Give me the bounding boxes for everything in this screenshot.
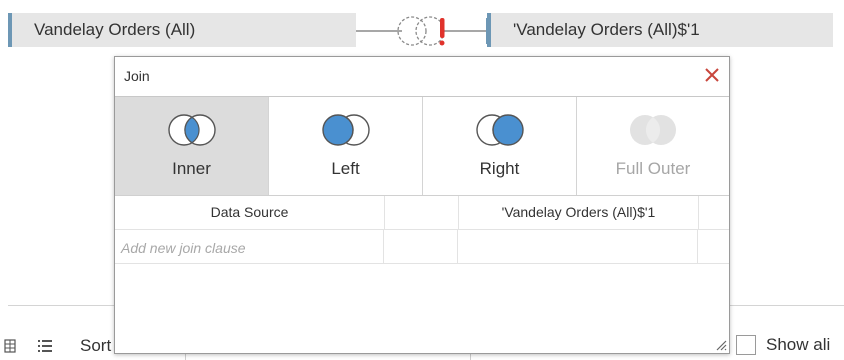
toolbar-divider [8,305,118,306]
join-link[interactable] [356,10,488,52]
show-aliases-checkbox[interactable] [736,335,756,355]
right-table-name: 'Vandelay Orders (All)$'1 [513,20,700,39]
right-join-button[interactable]: Right [423,97,577,195]
right-source-header: 'Vandelay Orders (All)$'1 [459,196,699,229]
dialog-header: Join [115,57,729,97]
join-type-selector: Inner Left Right Full Outer [115,97,729,196]
list-view-icon[interactable] [38,339,52,353]
right-table-pill[interactable]: 'Vandelay Orders (All)$'1 [487,13,833,47]
add-clause-row: Add new join clause [115,230,729,264]
toolbar-divider [730,305,844,306]
right-field-cell [458,230,698,263]
inner-join-icon [167,114,216,146]
close-icon[interactable] [703,66,721,84]
operator-header [385,196,459,229]
left-source-header: Data Source [115,196,385,229]
inner-join-button[interactable]: Inner [115,97,269,195]
join-warning-icon [356,16,488,46]
header-spacer [699,196,729,229]
full-outer-join-button[interactable]: Full Outer [577,97,729,195]
join-clause-grid: Data Source 'Vandelay Orders (All)$'1 Ad… [115,196,729,264]
row-spacer [698,230,729,263]
operator-cell [384,230,458,263]
add-join-clause[interactable]: Add new join clause [115,230,384,263]
dialog-title: Join [124,68,150,84]
join-dialog: Join Inner Left Right Full Outer Data So… [114,56,730,354]
left-join-icon [321,114,370,146]
grid-view-icon[interactable] [4,339,16,353]
left-table-name: Vandelay Orders (All) [34,20,196,39]
sort-label[interactable]: Sort [80,336,111,356]
left-join-label: Left [331,159,360,178]
full-outer-join-icon [630,115,676,145]
full-outer-join-label: Full Outer [615,159,691,178]
right-join-label: Right [479,159,520,178]
left-join-button[interactable]: Left [269,97,423,195]
left-table-pill[interactable]: Vandelay Orders (All) [8,13,356,47]
show-aliases-label: Show ali [766,335,831,354]
inner-join-label: Inner [172,159,211,178]
clause-header-row: Data Source 'Vandelay Orders (All)$'1 [115,196,729,230]
resize-grip-icon[interactable] [713,337,727,351]
right-join-icon [475,114,524,146]
